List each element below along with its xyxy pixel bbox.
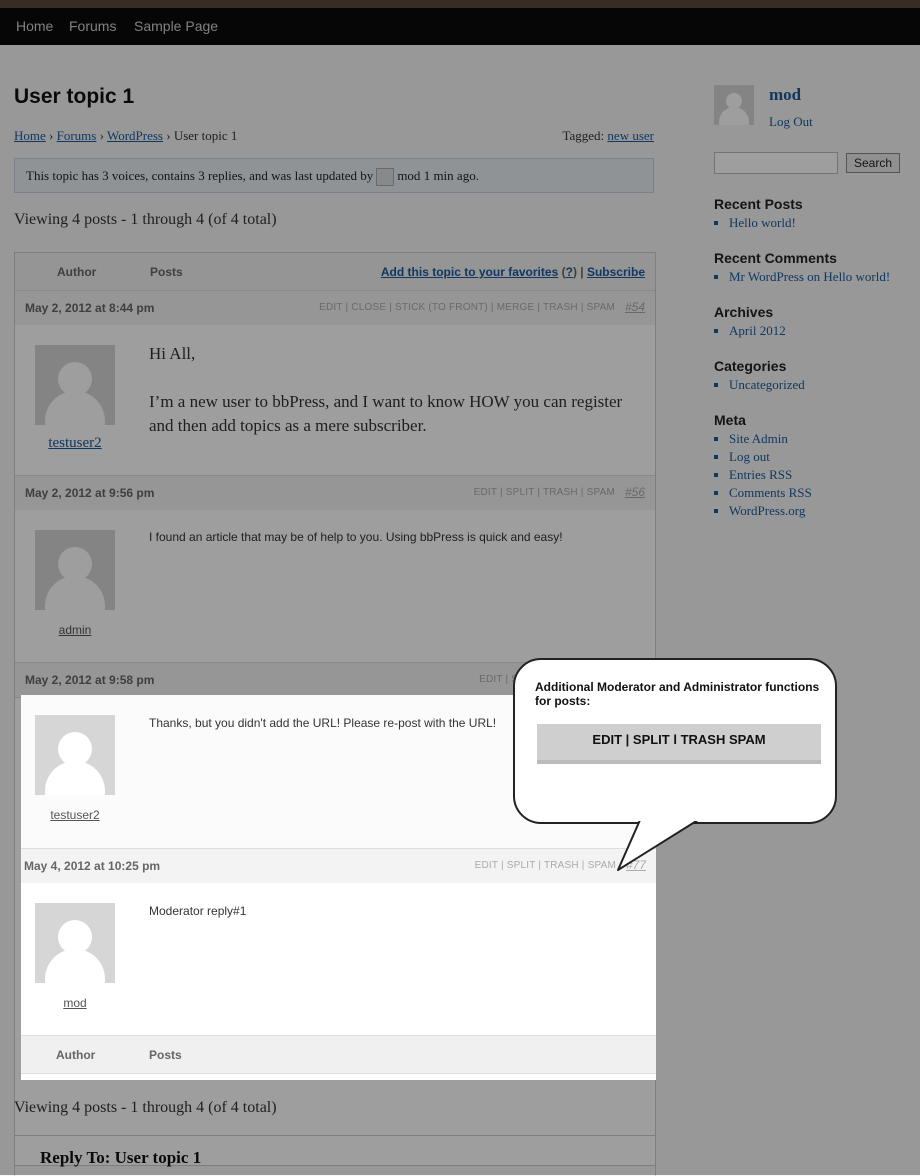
table-header: Author Posts Add this topic to your favo… xyxy=(15,253,655,291)
recent-comment-link[interactable]: Mr WordPress on Hello world! xyxy=(729,269,890,284)
breadcrumb-current: User topic 1 xyxy=(173,128,238,143)
tag-link[interactable]: new user xyxy=(607,128,654,143)
callout-admin-links-preview: EDIT | SPLIT l TRASH SPAM xyxy=(537,724,821,764)
reply-form-title: Reply To: User topic 1 xyxy=(40,1148,202,1167)
topic-info-box: This topic has 3 voices, contains 3 repl… xyxy=(14,158,654,193)
archive-link[interactable]: April 2012 xyxy=(729,323,786,338)
post-author[interactable]: testuser2 xyxy=(21,808,135,822)
post-admin-links[interactable]: EDIT | SPLIT | TRASH | SPAM xyxy=(475,860,616,871)
widget-meta: Meta Site Admin Log out Entries RSS Comm… xyxy=(714,412,812,520)
post-permalink[interactable]: #56 xyxy=(625,485,645,499)
table-footer: Author Posts xyxy=(21,1035,656,1074)
nav-home[interactable]: Home xyxy=(16,18,53,34)
post-meta-row: May 2, 2012 at 8:44 pm EDIT | CLOSE | ST… xyxy=(15,290,655,326)
avatar[interactable] xyxy=(35,903,115,983)
search-button[interactable]: Search xyxy=(846,153,900,173)
meta-logout-link[interactable]: Log out xyxy=(729,449,770,464)
last-updated-time[interactable]: 1 min xyxy=(424,168,454,183)
post-permalink[interactable]: #54 xyxy=(625,300,645,314)
avatar[interactable] xyxy=(35,715,115,795)
meta-site-admin-link[interactable]: Site Admin xyxy=(729,431,788,446)
post-meta-row: May 2, 2012 at 9:56 pm EDIT | SPLIT | TR… xyxy=(15,475,655,511)
pagination-count: Viewing 4 posts - 1 through 4 (of 4 tota… xyxy=(14,1099,277,1116)
recent-post-link[interactable]: Hello world! xyxy=(729,215,796,230)
user-avatar-icon xyxy=(376,168,395,187)
post-meta-row: May 4, 2012 at 10:25 pm EDIT | SPLIT | T… xyxy=(21,848,656,884)
widget-archives: Archives April 2012 xyxy=(714,304,786,340)
favorite-help-link[interactable]: ? xyxy=(566,265,573,279)
post-content: I found an article that may be of help t… xyxy=(149,530,563,544)
post-author[interactable]: testuser2 xyxy=(15,435,135,452)
post-admin-links[interactable]: EDIT | CLOSE | STICK (TO FRONT) | MERGE … xyxy=(319,302,615,313)
post-content: Moderator reply#1 xyxy=(149,904,247,918)
post-author[interactable]: mod xyxy=(21,996,135,1010)
header-image-strip xyxy=(0,0,920,8)
logout-link[interactable]: Log Out xyxy=(769,114,813,130)
avatar[interactable] xyxy=(35,345,115,425)
avatar[interactable] xyxy=(35,530,115,610)
meta-comments-rss-link[interactable]: Comments RSS xyxy=(729,485,812,500)
post-author[interactable]: admin xyxy=(15,623,135,637)
breadcrumb-home[interactable]: Home xyxy=(14,128,46,143)
breadcrumb: Home › Forums › WordPress › User topic 1 xyxy=(14,128,238,143)
post-body: testuser2 Hi All, I’m a new user to bbPr… xyxy=(15,325,655,475)
widget-recent-comments: Recent Comments Mr WordPress on Hello wo… xyxy=(714,250,890,286)
post-content: Thanks, but you didn't add the URL! Plea… xyxy=(149,716,497,730)
callout-pointer-icon xyxy=(617,816,700,871)
pagination-count: Viewing 4 posts - 1 through 4 (of 4 tota… xyxy=(14,211,277,228)
avatar xyxy=(714,85,754,125)
post-content: Hi All, I’m a new user to bbPress, and I… xyxy=(149,344,623,435)
annotation-callout: Additional Moderator and Administrator f… xyxy=(513,658,837,824)
current-user-link[interactable]: mod xyxy=(769,85,801,105)
post-body: admin I found an article that may be of … xyxy=(15,510,655,660)
widget-categories: Categories Uncategorized xyxy=(714,358,805,394)
meta-entries-rss-link[interactable]: Entries RSS xyxy=(729,467,792,482)
meta-wordpress-org-link[interactable]: WordPress.org xyxy=(729,503,805,518)
subscribe-link[interactable]: Subscribe xyxy=(587,265,645,279)
breadcrumb-wordpress[interactable]: WordPress xyxy=(107,128,163,143)
callout-title: Additional Moderator and Administrator f… xyxy=(535,680,820,708)
nav-sample-page[interactable]: Sample Page xyxy=(134,18,218,34)
breadcrumb-forums[interactable]: Forums xyxy=(57,128,97,143)
nav-forums[interactable]: Forums xyxy=(69,18,116,34)
main-nav: Home Forums Sample Page xyxy=(0,8,920,45)
post-admin-links[interactable]: EDIT | SPLIT | TRASH | SPAM xyxy=(474,487,615,498)
topic-tags: Tagged: new user xyxy=(562,128,654,143)
last-updated-user[interactable]: mod xyxy=(397,168,420,183)
favorite-link[interactable]: Add this topic to your favorites xyxy=(381,265,558,279)
search-input[interactable] xyxy=(714,152,838,174)
widget-recent-posts: Recent Posts Hello world! xyxy=(714,196,803,232)
post-body: mod Moderator reply#1 xyxy=(21,883,656,1033)
page-title: User topic 1 xyxy=(14,85,135,108)
category-link[interactable]: Uncategorized xyxy=(729,377,805,392)
